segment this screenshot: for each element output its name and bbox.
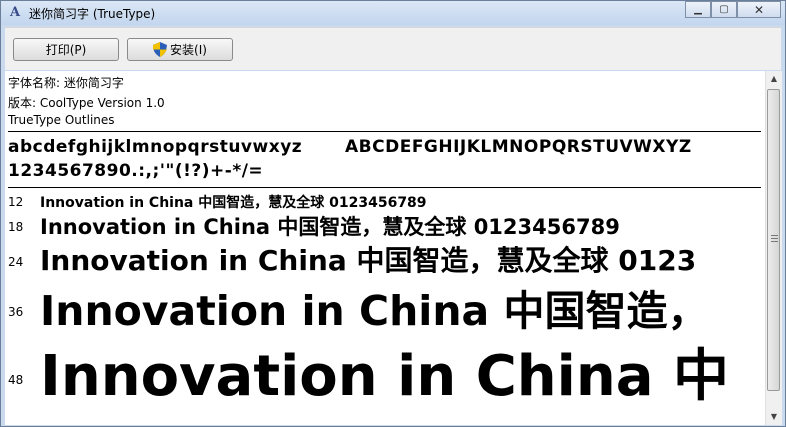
scrollbar-thumb[interactable] bbox=[767, 89, 780, 391]
window-controls: ▁ ▢ ✕ bbox=[685, 1, 781, 19]
shield-icon bbox=[153, 42, 168, 57]
close-button[interactable]: ✕ bbox=[737, 1, 781, 18]
separator bbox=[8, 187, 761, 188]
size-label: 12 bbox=[8, 195, 24, 209]
install-button[interactable]: 安装(I) bbox=[127, 38, 233, 61]
outline-type-line: TrueType Outlines bbox=[8, 113, 115, 127]
sample-text-18: Innovation in China 中国智造，慧及全球 0123456789 bbox=[40, 215, 620, 239]
size-label: 48 bbox=[8, 373, 24, 387]
sample-text-48: Innovation in China 中 bbox=[40, 344, 730, 409]
charset-digits-punctuation: 1234567890.:,;'"(!?)+-*/= bbox=[8, 161, 264, 181]
maximize-button[interactable]: ▢ bbox=[711, 1, 737, 18]
font-viewer-window: A 迷你简习字 (TrueType) ▁ ▢ ✕ 打印(P) 安装(I) 字体名… bbox=[0, 0, 786, 427]
print-button[interactable]: 打印(P) bbox=[13, 38, 119, 61]
charset-uppercase: ABCDEFGHIJKLMNOPQRSTUVWXYZ bbox=[345, 137, 692, 157]
scroll-down-arrow-icon[interactable]: ▼ bbox=[766, 409, 782, 425]
toolbar: 打印(P) 安装(I) bbox=[5, 27, 781, 70]
size-label: 24 bbox=[8, 255, 24, 269]
font-name-line: 字体名称: 迷你简习字 bbox=[8, 76, 124, 90]
sample-text-36: Innovation in China 中国智造， bbox=[40, 287, 709, 335]
font-preview-area: 字体名称: 迷你简习字 版本: CoolType Version 1.0 Tru… bbox=[5, 71, 765, 425]
font-app-icon: A bbox=[9, 5, 21, 20]
separator bbox=[8, 131, 761, 132]
print-button-label: 打印(P) bbox=[45, 43, 87, 57]
size-label: 18 bbox=[8, 220, 24, 234]
minimize-button[interactable]: ▁ bbox=[685, 1, 711, 18]
title-bar[interactable]: A 迷你简习字 (TrueType) ▁ ▢ ✕ bbox=[1, 1, 785, 25]
sample-text-24: Innovation in China 中国智造，慧及全球 0123 bbox=[40, 244, 697, 277]
vertical-scrollbar[interactable]: ▲ ▼ bbox=[765, 71, 782, 425]
version-line: 版本: CoolType Version 1.0 bbox=[8, 96, 165, 110]
sample-text-12: Innovation in China 中国智造，慧及全球 0123456789 bbox=[40, 195, 427, 211]
size-label: 36 bbox=[8, 305, 24, 319]
scroll-up-arrow-icon[interactable]: ▲ bbox=[766, 71, 782, 87]
window-title: 迷你简习字 (TrueType) bbox=[29, 7, 156, 21]
install-button-label: 安装(I) bbox=[170, 43, 207, 57]
scrollbar-grip-icon bbox=[771, 235, 778, 243]
charset-lowercase: abcdefghijklmnopqrstuvwxyz bbox=[8, 137, 303, 157]
